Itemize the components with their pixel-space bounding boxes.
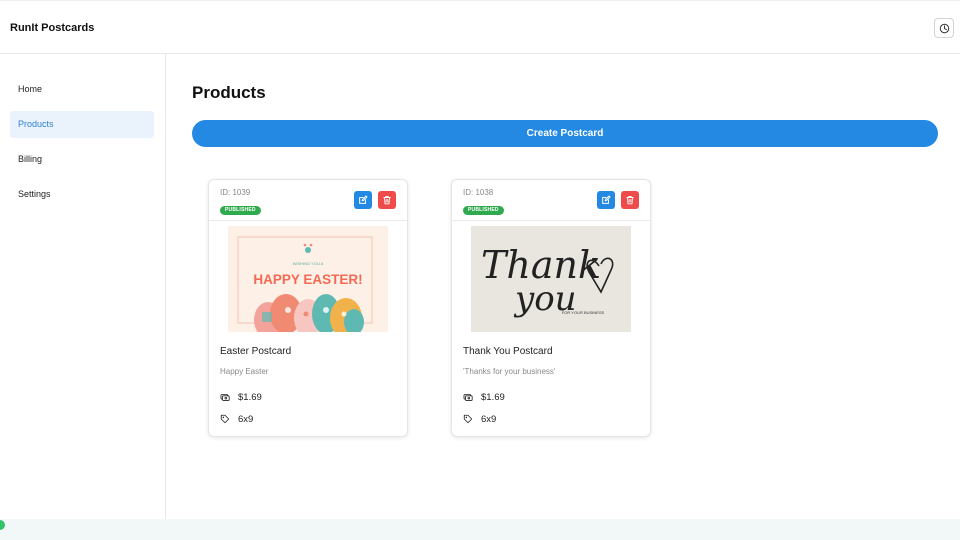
edit-button[interactable] bbox=[354, 191, 372, 209]
size-row: 6x9 bbox=[463, 413, 496, 425]
trash-icon bbox=[626, 196, 634, 205]
product-title[interactable]: Thank You Postcard bbox=[463, 346, 553, 357]
product-id: ID: 1038 bbox=[463, 188, 494, 197]
product-title[interactable]: Easter Postcard bbox=[220, 346, 291, 357]
image-small-text: WISHING YOU A bbox=[293, 261, 324, 266]
edit-button[interactable] bbox=[597, 191, 615, 209]
price-value: $1.69 bbox=[238, 391, 262, 403]
thank-you-postcard-image: Thank you FOR YOUR BUSINESS bbox=[471, 226, 631, 332]
tag-icon bbox=[220, 414, 230, 424]
sidebar-item-home[interactable]: Home bbox=[10, 76, 154, 103]
trash-icon bbox=[383, 196, 391, 205]
page-title: Products bbox=[192, 83, 266, 102]
tag-icon bbox=[463, 414, 473, 424]
sidebar-item-products[interactable]: Products bbox=[10, 111, 154, 138]
size-value: 6x9 bbox=[481, 413, 497, 425]
price-row: $1.69 bbox=[220, 391, 262, 403]
status-badge: PUBLISHED bbox=[220, 206, 261, 215]
sidebar-item-billing[interactable]: Billing bbox=[10, 146, 154, 173]
product-subtitle: 'Thanks for your business' bbox=[463, 367, 556, 376]
top-bar: RunIt Postcards bbox=[0, 0, 960, 54]
app-title[interactable]: RunIt Postcards bbox=[10, 22, 94, 34]
size-row: 6x9 bbox=[220, 413, 253, 425]
price-row: $1.69 bbox=[463, 391, 505, 403]
edit-icon bbox=[602, 195, 611, 204]
money-icon bbox=[220, 394, 230, 401]
status-badge: PUBLISHED bbox=[463, 206, 504, 215]
product-card: ID: 1039 PUBLISHED WISHING YOU A HAPPY E… bbox=[208, 179, 408, 437]
footer-strip bbox=[0, 519, 960, 540]
create-postcard-button[interactable]: Create Postcard bbox=[192, 120, 938, 147]
image-small-text: FOR YOUR BUSINESS bbox=[562, 310, 605, 315]
product-id: ID: 1039 bbox=[220, 188, 251, 197]
sidebar: Home Products Billing Settings bbox=[0, 54, 166, 519]
card-header: ID: 1039 PUBLISHED bbox=[209, 180, 407, 221]
delete-button[interactable] bbox=[378, 191, 396, 209]
price-value: $1.69 bbox=[481, 391, 505, 403]
theme-toggle-button[interactable] bbox=[934, 18, 954, 38]
clock-half-icon bbox=[939, 23, 949, 33]
sidebar-item-settings[interactable]: Settings bbox=[10, 181, 154, 208]
edit-icon bbox=[359, 195, 368, 204]
money-icon bbox=[463, 394, 473, 401]
easter-postcard-image: WISHING YOU A HAPPY EASTER! bbox=[228, 226, 388, 332]
size-value: 6x9 bbox=[238, 413, 254, 425]
image-big-text: HAPPY EASTER! bbox=[253, 272, 362, 287]
product-subtitle: Happy Easter bbox=[220, 367, 269, 376]
card-header: ID: 1038 PUBLISHED bbox=[452, 180, 650, 221]
delete-button[interactable] bbox=[621, 191, 639, 209]
product-card: ID: 1038 PUBLISHED Thank you FOR YOUR BU… bbox=[451, 179, 651, 437]
main-content: Products Create Postcard ID: 1039 PUBLIS… bbox=[166, 54, 960, 519]
